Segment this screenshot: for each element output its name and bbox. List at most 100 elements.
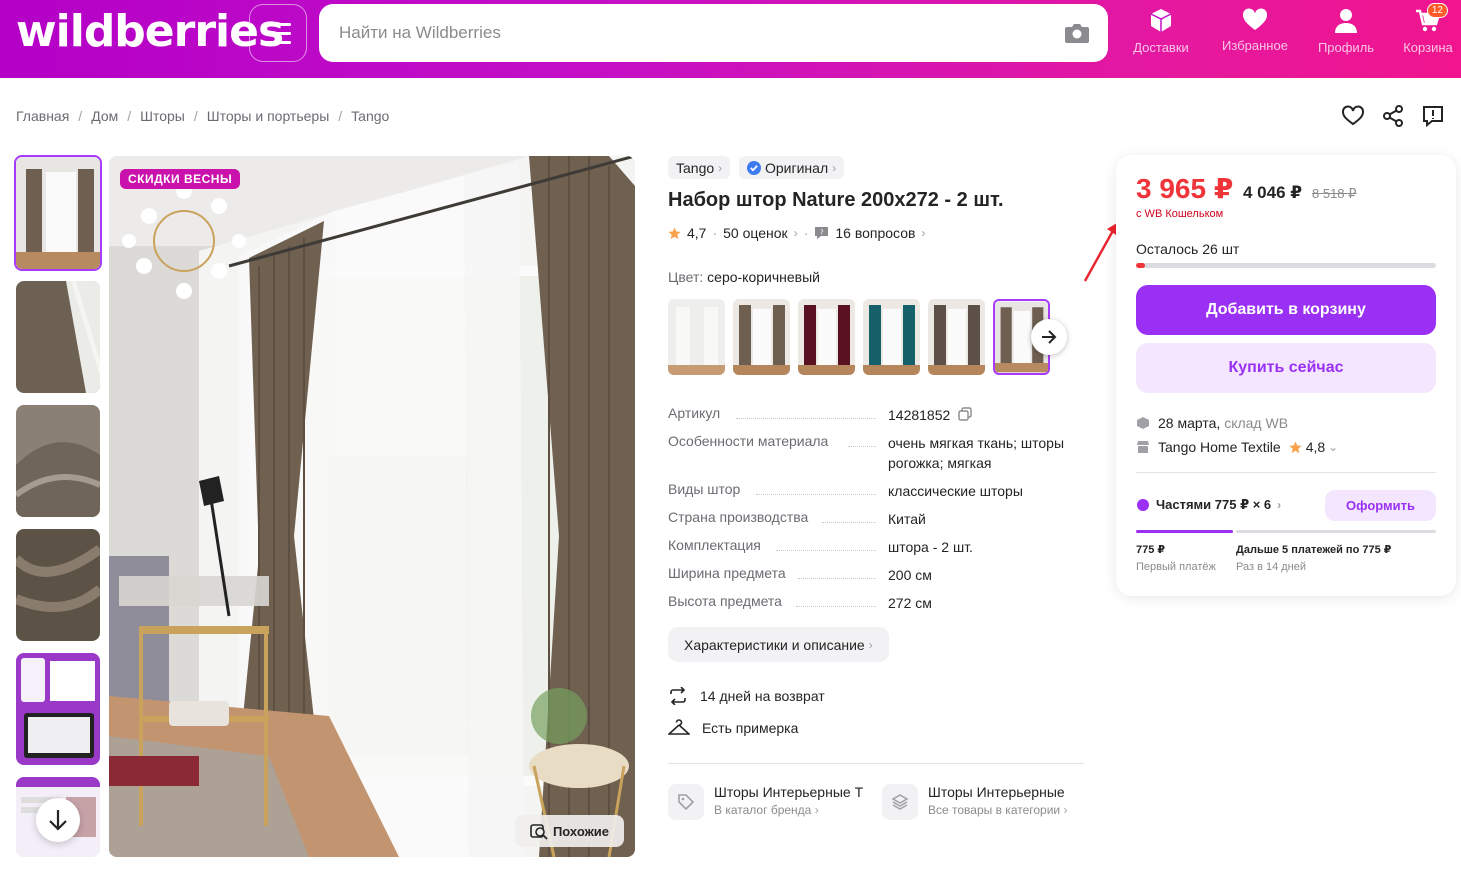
spec-row: Артикул 14281852 <box>668 405 1084 425</box>
return-info: 14 дней на возврат <box>668 687 825 705</box>
spec-value: штора - 2 шт. <box>888 539 973 555</box>
spec-row: Ширина предмета 200 см <box>668 565 1084 585</box>
report-icon[interactable] <box>1421 104 1445 128</box>
verified-icon <box>747 160 761 175</box>
search-input[interactable] <box>339 4 1039 62</box>
rating-row: 4,7 · 50 оценок › · ? 16 вопросов › <box>668 225 925 241</box>
spec-key: Высота предмета <box>668 593 888 613</box>
thumbnail[interactable] <box>16 405 100 517</box>
tag-icon <box>668 784 704 820</box>
color-swatch[interactable] <box>733 299 790 375</box>
spec-row: Особенности материала очень мягкая ткань… <box>668 433 1084 473</box>
seller-info[interactable]: Tango Home Textile 4,8 ⌄ <box>1136 439 1338 455</box>
breadcrumb-item[interactable]: Шторы и портьеры <box>207 108 330 124</box>
add-to-cart-button[interactable]: Добавить в корзину <box>1136 285 1436 335</box>
questions-link[interactable]: 16 вопросов <box>835 225 915 241</box>
fitting-info: Есть примерка <box>668 719 798 737</box>
nav-favorites-label: Избранное <box>1222 38 1288 53</box>
nav-profile-label: Профиль <box>1317 40 1375 55</box>
breadcrumb-item[interactable]: Tango <box>351 108 389 124</box>
color-swatch[interactable] <box>668 299 725 375</box>
first-payment-bar <box>1136 530 1233 533</box>
spec-value: 200 см <box>888 567 932 583</box>
breadcrumb-item[interactable]: Шторы <box>140 108 185 124</box>
spec-key: Страна производства <box>668 509 888 529</box>
shop-icon <box>1137 441 1149 453</box>
favorite-heart-icon[interactable] <box>1341 104 1365 128</box>
spec-value: очень мягкая ткань; шторы рогожка; мягка… <box>888 435 1065 471</box>
color-swatch[interactable] <box>928 299 985 375</box>
share-icon[interactable] <box>1381 104 1405 128</box>
nav-profile[interactable]: Профиль <box>1314 8 1378 55</box>
color-swatch[interactable] <box>863 299 920 375</box>
installment-label: Частями 775 ₽ × 6 <box>1156 497 1272 512</box>
main-product-image[interactable] <box>109 156 635 857</box>
wallet-price: 3 965 ₽ <box>1136 173 1234 204</box>
spec-value: 14281852 <box>888 405 1084 425</box>
menu-button[interactable] <box>249 4 307 62</box>
thumbnail[interactable] <box>16 281 100 393</box>
star-icon <box>668 226 681 239</box>
buy-now-button[interactable]: Купить сейчас <box>1136 343 1436 393</box>
brand-catalog-link[interactable]: Шторы Интерьерные Т В каталог бренда › <box>668 784 868 820</box>
old-price: 8 518 ₽ <box>1312 186 1357 201</box>
spec-row: Комплектация штора - 2 шт. <box>668 537 1084 557</box>
original-chip[interactable]: Оригинал › <box>739 156 845 179</box>
similar-label: Похожие <box>552 823 610 839</box>
spec-value: 272 см <box>888 595 932 611</box>
nav-deliveries[interactable]: Доставки <box>1128 8 1194 55</box>
nav-cart-label: Корзина <box>1403 40 1453 55</box>
original-label: Оригинал <box>765 159 829 176</box>
nav-cart[interactable]: 12 Корзина <box>1398 3 1458 55</box>
copy-icon[interactable] <box>958 407 972 421</box>
order-installment-button[interactable]: Оформить <box>1325 490 1436 521</box>
thumbnails-scroll-down-button[interactable] <box>36 798 80 842</box>
spec-key: Комплектация <box>668 537 888 557</box>
nav-favorites[interactable]: Избранное <box>1216 8 1294 53</box>
description-button-label: Характеристики и описание <box>684 636 865 653</box>
stock-bar-fill <box>1136 263 1145 268</box>
box-icon <box>1150 9 1172 32</box>
fitting-text: Есть примерка <box>702 720 799 736</box>
next-payments-label: Раз в 14 дней <box>1236 561 1307 573</box>
arrow-down-icon <box>49 810 67 831</box>
layers-icon <box>882 784 918 820</box>
question-icon: ? <box>815 227 829 239</box>
spec-value: Китай <box>888 511 926 527</box>
user-icon <box>1335 9 1357 33</box>
camera-icon[interactable] <box>1064 21 1090 45</box>
delivery-info: 28 марта, склад WB <box>1136 415 1288 431</box>
next-payments-bar <box>1236 530 1436 533</box>
category-link-title: Шторы Интерьерные <box>928 784 1065 800</box>
first-payment-label: Первый платёж <box>1136 561 1216 573</box>
installment-link[interactable]: Частями 775 ₽ × 6 › <box>1136 497 1281 513</box>
brand-link-sub: В каталог бренда <box>714 803 812 817</box>
description-button[interactable]: Характеристики и описание › <box>668 627 889 662</box>
thumbnail[interactable] <box>14 155 102 271</box>
search-bar <box>319 4 1108 62</box>
header: wildberries Доставки Избранное Профиль 1… <box>0 0 1461 78</box>
category-link[interactable]: Шторы Интерьерные Все товары в категории… <box>882 784 1092 820</box>
logo[interactable]: wildberries <box>16 6 284 57</box>
color-label-key: Цвет: <box>668 269 704 285</box>
delivery-date: 28 марта, <box>1158 415 1221 431</box>
divider <box>668 763 1084 764</box>
page-actions <box>1341 104 1445 128</box>
card-divider <box>1136 472 1436 473</box>
color-swatch[interactable] <box>798 299 855 375</box>
rating-value: 4,7 <box>687 225 707 241</box>
breadcrumb-item[interactable]: Дом <box>91 108 118 124</box>
breadcrumb-item[interactable]: Главная <box>16 108 69 124</box>
seller-name: Tango Home Textile <box>1158 439 1281 455</box>
search-image-icon <box>530 824 548 840</box>
spec-row: Высота предмета 272 см <box>668 593 1084 613</box>
reviews-link[interactable]: 50 оценок <box>723 225 788 241</box>
swatches-next-button[interactable] <box>1031 319 1067 355</box>
stock-bar <box>1136 263 1436 268</box>
brand-chip[interactable]: Tango › <box>668 156 731 179</box>
thumbnail[interactable] <box>16 529 100 641</box>
thumbnail[interactable] <box>16 653 100 765</box>
first-payment-value: 775 ₽ <box>1136 544 1166 556</box>
return-icon <box>670 687 686 705</box>
similar-button[interactable]: Похожие <box>515 815 624 847</box>
